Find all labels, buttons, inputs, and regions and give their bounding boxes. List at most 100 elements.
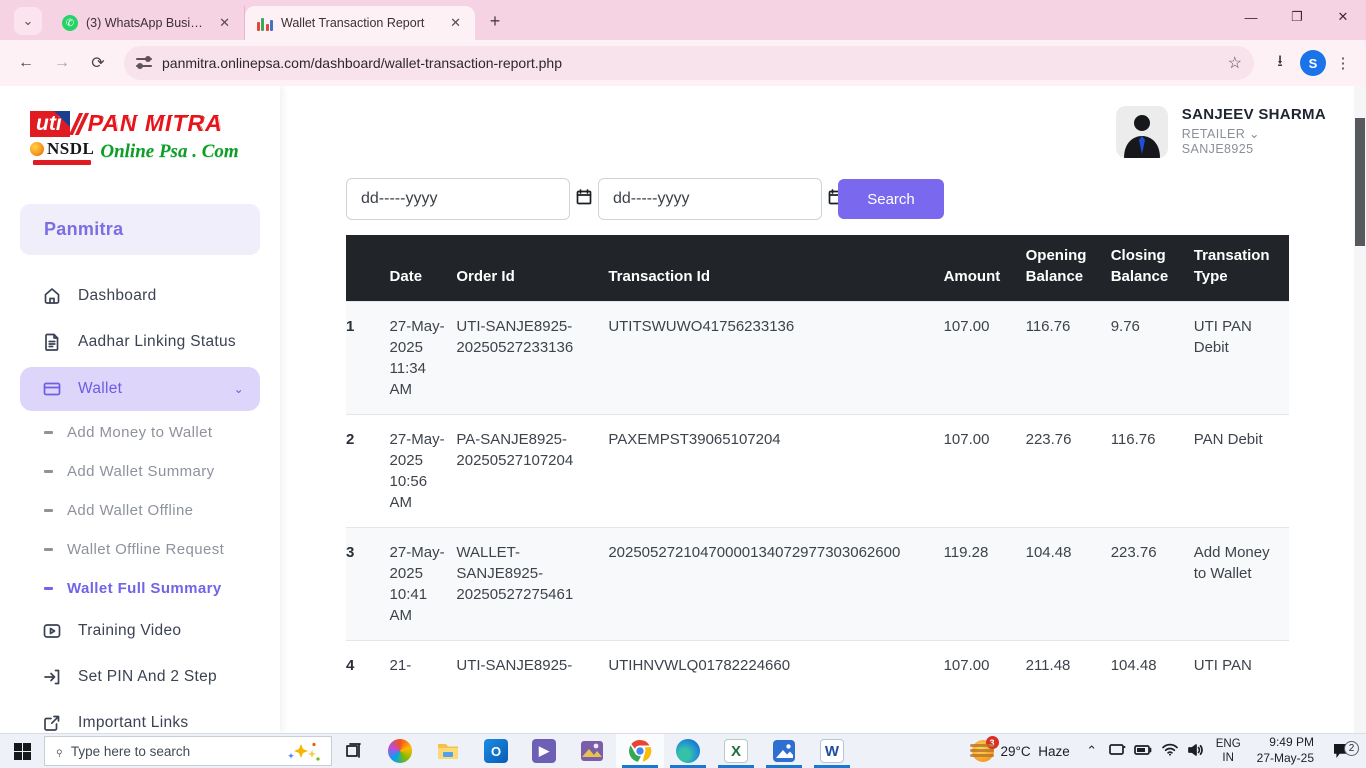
tab-title: (3) WhatsApp Business — [86, 16, 207, 30]
taskbar-clock[interactable]: 9:49 PM 27-May-25 — [1249, 735, 1322, 766]
wifi-icon[interactable] — [1158, 743, 1182, 759]
taskbar-app-edge[interactable] — [664, 734, 712, 768]
transactions-table-wrap: Date Order Id Transaction Id Amount Open… — [346, 235, 1289, 690]
volume-icon[interactable] — [1184, 743, 1208, 760]
cast-screen-icon[interactable] — [1106, 743, 1130, 760]
start-button[interactable] — [0, 734, 44, 768]
cell-amount: 119.28 — [944, 528, 1026, 641]
table-row: 3 27-May-2025 10:41 AM WALLET-SANJE8925-… — [346, 528, 1289, 641]
photos-icon — [772, 739, 796, 763]
date-to-field[interactable] — [598, 178, 822, 220]
language-indicator[interactable]: ENGIN — [1210, 737, 1247, 766]
back-button[interactable]: ← — [10, 47, 42, 79]
dash-bullet-icon — [44, 470, 53, 473]
search-button[interactable]: Search — [838, 179, 944, 219]
col-amount: Amount — [944, 235, 1026, 302]
transactions-table: Date Order Id Transaction Id Amount Open… — [346, 235, 1289, 690]
tray-overflow-chevron-icon[interactable]: ⌃ — [1080, 743, 1104, 759]
site-settings-icon[interactable] — [136, 55, 152, 71]
external-link-icon — [42, 713, 62, 733]
downloads-icon[interactable]: ⭳ — [1264, 50, 1296, 77]
address-bar[interactable]: panmitra.onlinepsa.com/dashboard/wallet-… — [124, 46, 1254, 80]
bookmark-star-icon[interactable]: ☆ — [1228, 53, 1242, 73]
main-content: SANJEEV SHARMA RETAILER ⌄ SANJE8925 Sear… — [280, 86, 1366, 733]
cell-type: UTI PAN — [1194, 641, 1289, 691]
date-from-input[interactable] — [361, 190, 568, 208]
window-close-button[interactable]: ✕ — [1320, 0, 1366, 34]
sidebar-item-set-pin-and-2-step[interactable]: Set PIN And 2 Step — [0, 654, 280, 700]
cell-type: UTI PAN Debit — [1194, 302, 1289, 415]
calendar-icon[interactable] — [576, 189, 592, 210]
dash-bullet-icon — [44, 431, 53, 434]
sidebar-item-important-links[interactable]: Important Links — [0, 700, 280, 733]
date-from-field[interactable] — [346, 178, 570, 220]
sidebar-item-wallet-offline-request[interactable]: Wallet Offline Request — [0, 530, 280, 569]
sidebar-item-label: Dashboard — [78, 287, 157, 305]
taskbar-app-photos[interactable] — [760, 734, 808, 768]
task-view-button[interactable] — [332, 734, 376, 768]
taskbar-app-excel[interactable]: X — [712, 734, 760, 768]
user-menu[interactable]: SANJEEV SHARMA RETAILER ⌄ SANJE8925 — [1116, 106, 1326, 158]
nsdl-tagline-bar — [33, 160, 91, 165]
user-role: RETAILER ⌄ — [1182, 126, 1326, 141]
user-name: SANJEEV SHARMA — [1182, 106, 1326, 123]
windows-taskbar: ⌕ Type here to search O ▶ — [0, 733, 1366, 768]
sidebar-item-training-video[interactable]: Training Video — [0, 608, 280, 654]
tab-close-icon[interactable]: ✕ — [215, 13, 234, 33]
forward-button[interactable]: → — [46, 47, 78, 79]
taskbar-app-photo-editor[interactable] — [568, 734, 616, 768]
app-name-card: Panmitra — [20, 204, 260, 255]
col-date: Date — [390, 235, 457, 302]
window-maximize-button[interactable]: ❐ — [1274, 0, 1320, 34]
date-to-input[interactable] — [613, 190, 820, 208]
dash-bullet-icon — [44, 587, 53, 590]
tab-whatsapp[interactable]: ✆ (3) WhatsApp Business ✕ — [50, 6, 245, 40]
sidebar-item-wallet[interactable]: Wallet ⌄ — [20, 367, 260, 411]
new-tab-button[interactable]: + — [481, 7, 509, 35]
sidebar-item-dashboard[interactable]: Dashboard — [0, 273, 280, 319]
weather-alert-badge: 3 — [986, 736, 999, 749]
taskbar-search-box[interactable]: ⌕ Type here to search — [44, 736, 332, 766]
cell-opening: 116.76 — [1026, 302, 1111, 415]
cell-amount: 107.00 — [944, 641, 1026, 691]
sidebar-item-add-wallet-summary[interactable]: Add Wallet Summary — [0, 452, 280, 491]
sidebar-item-label: Important Links — [78, 714, 188, 732]
sidebar-item-wallet-full-summary[interactable]: Wallet Full Summary — [0, 569, 280, 608]
user-id: SANJE8925 — [1182, 142, 1326, 156]
battery-icon[interactable] — [1132, 744, 1156, 759]
sidebar-subitem-label: Add Money to Wallet — [67, 424, 212, 441]
url-text: panmitra.onlinepsa.com/dashboard/wallet-… — [162, 55, 1218, 71]
tab-close-icon[interactable]: ✕ — [446, 13, 465, 33]
taskbar-app-chrome[interactable] — [616, 734, 664, 768]
scrollbar-thumb[interactable] — [1355, 118, 1365, 246]
window-minimize-button[interactable]: — — [1228, 0, 1274, 34]
taskbar-weather-widget[interactable]: 3 29°C Haze — [964, 740, 1078, 762]
sidebar-item-add-money-to-wallet[interactable]: Add Money to Wallet — [0, 413, 280, 452]
tab-title: Wallet Transaction Report — [281, 16, 438, 30]
reload-button[interactable]: ⟳ — [82, 47, 114, 79]
cell-amount: 107.00 — [944, 415, 1026, 528]
notification-count-badge: 2 — [1344, 741, 1359, 756]
table-row: 4 21- UTI-SANJE8925- UTIHNVWLQ0178222466… — [346, 641, 1289, 691]
clock-time: 9:49 PM — [1257, 735, 1314, 751]
cell-closing: 104.48 — [1111, 641, 1194, 691]
taskbar-app-file-explorer[interactable] — [424, 734, 472, 768]
user-avatar — [1116, 106, 1168, 158]
taskbar-app-media-player[interactable]: ▶ — [520, 734, 568, 768]
action-center-button[interactable]: 2 — [1324, 744, 1360, 758]
cell-order-id: PA-SANJE8925-20250527107204 — [456, 415, 608, 528]
col-transaction-id: Transaction Id — [608, 235, 943, 302]
sidebar-menu: Dashboard Aadhar Linking Status Wallet ⌄… — [0, 265, 280, 733]
taskbar-app-copilot[interactable] — [376, 734, 424, 768]
browser-menu-icon[interactable]: ⋮ — [1330, 54, 1356, 72]
weather-temperature: 29°C — [1001, 744, 1031, 759]
sidebar-item-aadhar-linking-status[interactable]: Aadhar Linking Status — [0, 319, 280, 365]
tab-search-chevron-icon[interactable]: ⌄ — [14, 7, 42, 35]
sidebar-item-add-wallet-offline[interactable]: Add Wallet Offline — [0, 491, 280, 530]
tab-wallet-transaction-report[interactable]: Wallet Transaction Report ✕ — [245, 6, 475, 40]
taskbar-app-word[interactable]: W — [808, 734, 856, 768]
document-icon — [42, 332, 62, 352]
browser-profile-avatar[interactable]: S — [1300, 50, 1326, 76]
taskbar-app-outlook[interactable]: O — [472, 734, 520, 768]
page-scrollbar[interactable] — [1354, 86, 1366, 733]
